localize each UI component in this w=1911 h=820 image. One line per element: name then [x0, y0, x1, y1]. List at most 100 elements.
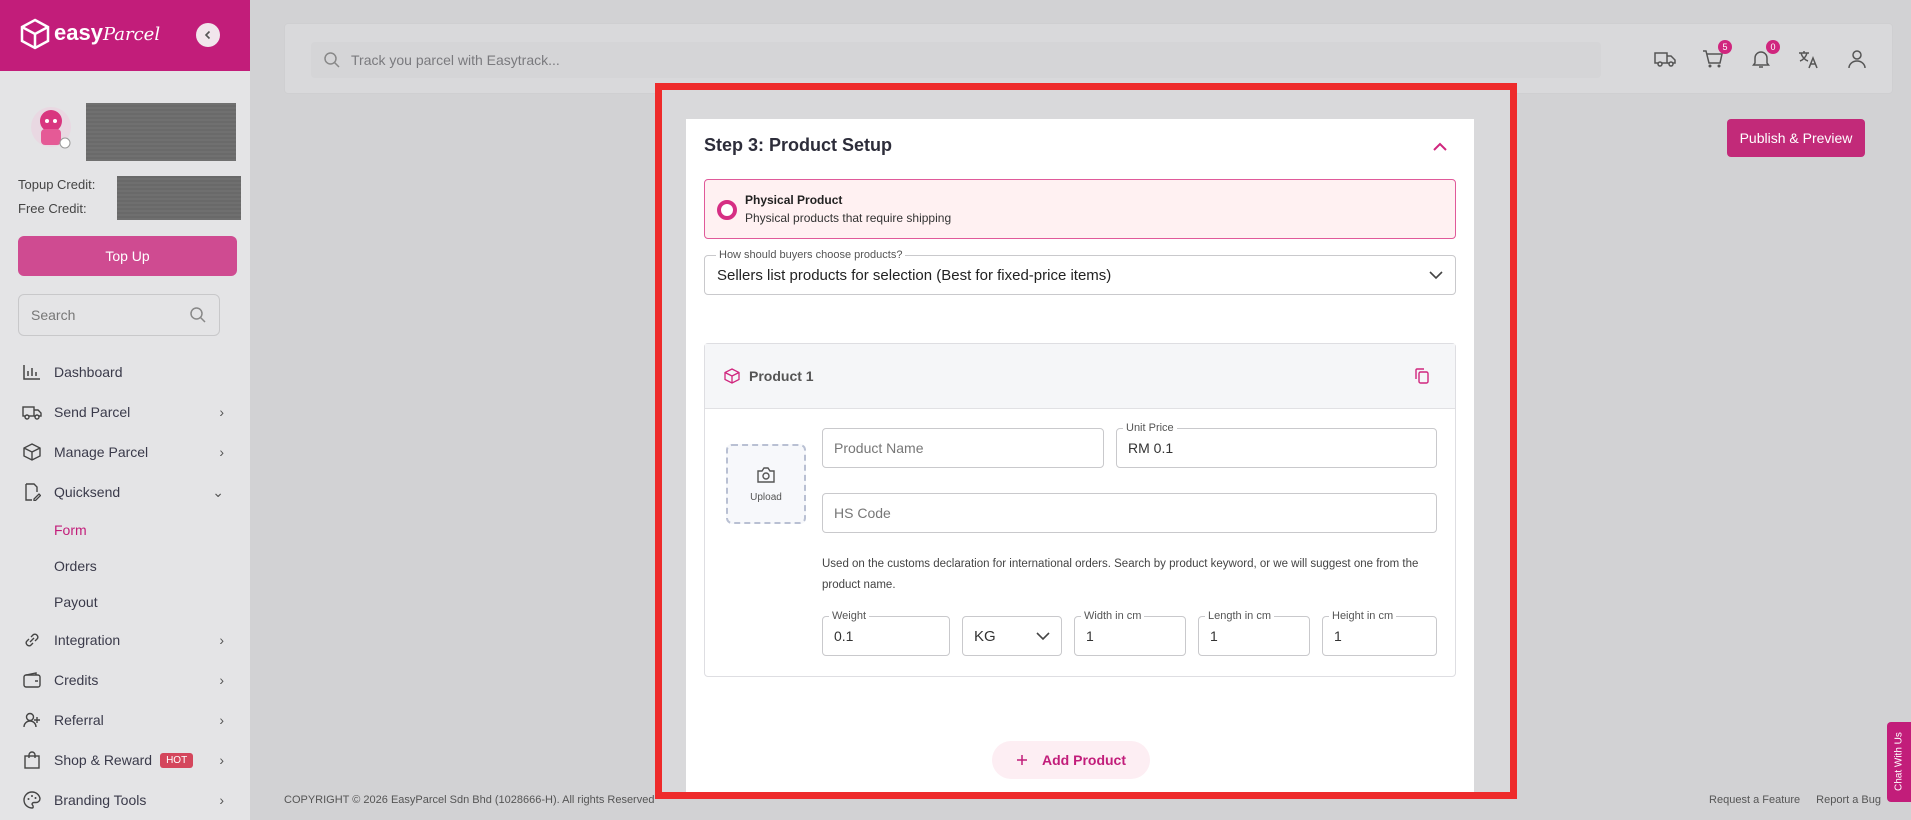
report-bug-link[interactable]: Report a Bug: [1816, 794, 1881, 806]
product-name-input[interactable]: Product Name: [822, 428, 1104, 468]
unit-price-label: Unit Price: [1123, 422, 1177, 434]
masked-credit-values: [117, 176, 241, 220]
upload-label: Upload: [750, 491, 782, 503]
chevron-right-icon: ›: [219, 404, 224, 420]
sidebar-item-credits[interactable]: Credits ›: [0, 660, 250, 700]
search-icon: [190, 307, 206, 323]
sidebar-item-branding-tools[interactable]: Branding Tools ›: [0, 780, 250, 820]
add-product-label: Add Product: [1042, 752, 1126, 768]
notification-count-badge: 0: [1766, 40, 1780, 54]
physical-product-title: Physical Product: [745, 193, 843, 207]
product-header: Product 1: [705, 344, 1455, 409]
sidebar-subitem-orders[interactable]: Orders: [0, 548, 250, 584]
hs-code-input[interactable]: HS Code: [822, 493, 1437, 533]
height-label: Height in cm: [1329, 610, 1397, 622]
product-name-placeholder: Product Name: [834, 440, 924, 456]
chevron-down-icon: [1429, 271, 1443, 280]
profile-button[interactable]: [1844, 46, 1870, 72]
camera-icon: [757, 466, 775, 483]
chart-icon: [23, 365, 40, 380]
weight-value: 0.1: [834, 628, 854, 644]
sidebar: easyParcel Topup Credit: Free Credit: To…: [0, 0, 250, 820]
hot-badge: HOT: [160, 752, 194, 768]
sidebar-item-manage-parcel[interactable]: Manage Parcel ›: [0, 432, 250, 472]
publish-preview-button[interactable]: Publish & Preview: [1727, 119, 1865, 157]
height-input[interactable]: 1: [1322, 616, 1437, 656]
hs-code-placeholder: HS Code: [834, 505, 891, 521]
cube-icon: [724, 368, 740, 384]
sidebar-subitem-form[interactable]: Form: [0, 512, 250, 548]
sidebar-item-quicksend[interactable]: Quicksend ⌄: [0, 472, 250, 512]
sidebar-item-label: Branding Tools: [54, 792, 147, 808]
avatar[interactable]: [26, 103, 76, 153]
sidebar-nav: Dashboard Send Parcel › Manage Parcel › …: [0, 352, 250, 820]
sidebar-item-label: Dashboard: [54, 364, 123, 380]
collapse-sidebar-button[interactable]: [196, 23, 220, 47]
copyright-text: COPYRIGHT © 2026 EasyParcel Sdn Bhd (102…: [284, 794, 655, 806]
width-value: 1: [1086, 628, 1094, 644]
topbar-icons: 5 0: [1652, 40, 1870, 72]
chevron-left-icon: [204, 30, 211, 40]
language-button[interactable]: [1796, 46, 1822, 72]
cart-count-badge: 5: [1718, 40, 1732, 54]
chevron-up-icon: [1433, 142, 1447, 151]
buyer-choice-select[interactable]: Sellers list products for selection (Bes…: [704, 255, 1456, 295]
user-icon: [1848, 50, 1866, 69]
chevron-down-icon: ⌄: [212, 483, 224, 500]
chat-with-us-button[interactable]: Chat With Us: [1887, 722, 1911, 802]
notifications-button[interactable]: 0: [1748, 40, 1780, 72]
length-label: Length in cm: [1205, 610, 1274, 622]
physical-product-subtitle: Physical products that require shipping: [745, 211, 952, 225]
search-icon: [324, 52, 340, 68]
sidebar-item-referral[interactable]: Referral ›: [0, 700, 250, 740]
cart-button[interactable]: 5: [1700, 40, 1732, 72]
sidebar-item-label: Shop & Reward: [54, 752, 153, 768]
box-icon: [23, 443, 41, 461]
length-value: 1: [1210, 628, 1218, 644]
masked-user-name: [86, 103, 236, 161]
upload-image-button[interactable]: Upload: [726, 444, 806, 524]
sidebar-subitem-payout[interactable]: Payout: [0, 584, 250, 620]
sidebar-item-label: Referral: [54, 712, 104, 728]
link-icon: [25, 633, 39, 647]
user-plus-icon: [23, 712, 40, 728]
edit-document-icon: [25, 483, 41, 501]
highlighted-region: Step 3: Product Setup Physical Product P…: [655, 83, 1517, 799]
unit-price-input[interactable]: RM 0.1: [1116, 428, 1437, 468]
sidebar-item-send-parcel[interactable]: Send Parcel ›: [0, 392, 250, 432]
translate-icon: [1799, 51, 1818, 69]
logo-icon: [20, 18, 50, 50]
collapse-step-button[interactable]: [1428, 135, 1452, 159]
product-setup-card: Step 3: Product Setup Physical Product P…: [686, 119, 1474, 792]
brand-logo: easyParcel: [54, 20, 161, 45]
physical-product-radio[interactable]: [717, 200, 737, 220]
weight-unit-select[interactable]: KG: [962, 616, 1062, 656]
sidebar-item-dashboard[interactable]: Dashboard: [0, 352, 250, 392]
sidebar-item-shop-reward[interactable]: Shop & Reward HOT ›: [0, 740, 250, 780]
buyer-choice-label: How should buyers choose products?: [716, 249, 906, 261]
top-up-button[interactable]: Top Up: [18, 236, 237, 276]
footer-links: Request a Feature Report a Bug: [1709, 794, 1881, 806]
sidebar-search-input[interactable]: Search: [18, 294, 220, 336]
add-product-button[interactable]: Add Product: [992, 741, 1150, 779]
width-input[interactable]: 1: [1074, 616, 1186, 656]
sidebar-item-label: Send Parcel: [54, 404, 131, 420]
sidebar-item-label: Integration: [54, 632, 121, 648]
weight-input[interactable]: 0.1: [822, 616, 950, 656]
weight-unit-value: KG: [974, 627, 996, 645]
topup-credit-label: Topup Credit:: [18, 177, 96, 192]
copy-icon[interactable]: [1415, 368, 1429, 384]
sidebar-item-label: Credits: [54, 672, 99, 688]
length-input[interactable]: 1: [1198, 616, 1310, 656]
buyer-choice-value: Sellers list products for selection (Bes…: [717, 266, 1112, 284]
request-feature-link[interactable]: Request a Feature: [1709, 794, 1800, 806]
palette-icon: [23, 791, 41, 809]
chevron-right-icon: ›: [219, 632, 224, 648]
sidebar-item-integration[interactable]: Integration ›: [0, 620, 250, 660]
product-card: Product 1 Upload Product Name RM 0.1 Uni…: [704, 343, 1456, 677]
physical-product-option[interactable]: Physical Product Physical products that …: [704, 179, 1456, 239]
chevron-right-icon: ›: [219, 792, 224, 808]
shipment-button[interactable]: [1652, 46, 1678, 72]
free-credit-label: Free Credit:: [18, 201, 87, 216]
track-parcel-search-input[interactable]: Track you parcel with Easytrack...: [311, 42, 1601, 78]
